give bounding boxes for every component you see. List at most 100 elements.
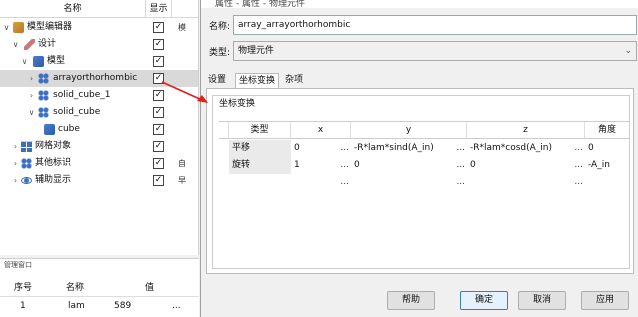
tree-item-label: 设计: [38, 39, 57, 49]
tree-item-other-tags[interactable]: › 其他标识 ✓ 自: [0, 155, 198, 172]
visibility-checkbox[interactable]: ✓: [153, 175, 164, 186]
chevron-down-icon[interactable]: ⌄: [624, 42, 632, 60]
cell-angle[interactable]: 0: [585, 140, 629, 157]
chevron-right-icon[interactable]: ›: [11, 138, 20, 155]
grid-header-x[interactable]: x: [291, 122, 351, 139]
grid-corner: [219, 122, 229, 139]
visibility-checkbox[interactable]: ✓: [153, 141, 164, 152]
tree-item-solid-cube-1[interactable]: › solid_cube_1 ✓: [0, 87, 198, 104]
cube-icon: [44, 124, 55, 135]
cell-z[interactable]: 0: [467, 157, 569, 174]
chevron-down-icon[interactable]: ∨: [27, 104, 36, 121]
visibility-checkbox[interactable]: ✓: [153, 73, 164, 84]
cell-x[interactable]: 0: [291, 140, 335, 157]
cell-x-ellipsis[interactable]: ...: [335, 174, 351, 191]
row-index: 1: [20, 301, 26, 311]
cell-angle[interactable]: -A_in: [585, 157, 629, 174]
tree-item-cube[interactable]: cube ✓: [0, 121, 198, 138]
visibility-checkbox[interactable]: ✓: [153, 56, 164, 67]
type-select[interactable]: 物理元件 ⌄: [233, 41, 637, 61]
cell-type[interactable]: [229, 174, 291, 191]
name-label: 名称:: [209, 22, 231, 32]
visibility-checkbox[interactable]: ✓: [153, 107, 164, 118]
tree-item-label: 网格对象: [35, 141, 72, 151]
cell-x-ellipsis[interactable]: ...: [335, 157, 351, 174]
tree-item-label: 模型编辑器: [27, 22, 73, 32]
col-header-index[interactable]: 序号: [14, 279, 32, 297]
chevron-right-icon[interactable]: ›: [11, 172, 20, 189]
tree-item-model[interactable]: ∨ 模型 ✓: [0, 53, 198, 70]
group-title: 坐标变换: [219, 99, 256, 109]
tree-item-label: arrayorthorhombic: [53, 73, 138, 83]
chevron-right-icon[interactable]: ›: [27, 70, 36, 87]
visibility-checkbox[interactable]: ✓: [153, 90, 164, 101]
array-icon: [38, 73, 49, 84]
ok-button[interactable]: 确定: [460, 291, 508, 310]
tree-item-label: 模型: [47, 56, 66, 66]
chevron-down-icon[interactable]: ∨: [20, 53, 29, 70]
tab-coordinate-transform[interactable]: 坐标变换: [235, 73, 280, 89]
grid-header-z[interactable]: z: [467, 122, 585, 139]
name-field[interactable]: array_arrayorthorhombic: [233, 15, 637, 35]
cell-y-ellipsis[interactable]: ...: [451, 157, 467, 174]
tree-item-col3: 自: [178, 159, 186, 168]
chevron-down-icon[interactable]: ∨: [11, 36, 20, 53]
cell-type[interactable]: 旋转: [229, 157, 291, 174]
visibility-checkbox[interactable]: ✓: [153, 158, 164, 169]
tree-item-label: solid_cube: [53, 107, 101, 117]
design-icon: [24, 39, 35, 50]
tree-item-label: cube: [58, 124, 80, 134]
type-label: 类型:: [209, 48, 231, 58]
tree-item-label: 辅助显示: [35, 175, 72, 185]
grid-header-angle[interactable]: 角度: [585, 122, 629, 139]
chevron-right-icon[interactable]: ›: [11, 155, 20, 172]
cell-y-ellipsis[interactable]: ...: [451, 174, 467, 191]
eye-icon: [21, 177, 32, 184]
solid-icon: [38, 90, 49, 101]
row-value[interactable]: 589: [114, 297, 131, 315]
apply-button[interactable]: 应用: [581, 291, 629, 310]
row-extra-button[interactable]: ...: [172, 297, 181, 315]
tree-item-model-editor[interactable]: ∨ 模型编辑器 ✓ 模: [0, 19, 198, 36]
help-button[interactable]: 帮助: [387, 291, 435, 310]
tree-item-col3: 早: [178, 176, 186, 185]
tree-item-mesh[interactable]: › 网格对象 ✓: [0, 138, 198, 155]
model-icon: [33, 56, 44, 67]
cell-z[interactable]: -R*lam*cosd(A_in): [467, 140, 569, 157]
solid-icon: [38, 107, 49, 118]
tree-header-visible[interactable]: 显示: [146, 0, 172, 18]
cell-x[interactable]: 1: [291, 157, 335, 174]
grid-header-y[interactable]: y: [351, 122, 467, 139]
tree-item-label: 其他标识: [35, 158, 72, 168]
grid-header-type[interactable]: 类型: [229, 122, 291, 139]
tab-pane: 坐标变换 类型 x y z 角度 平移 0 ... -R*lam*sind(A_…: [206, 88, 634, 274]
model-editor-icon: [13, 22, 24, 33]
col-header-name[interactable]: 名称: [66, 279, 84, 297]
tree-item-label: solid_cube_1: [53, 90, 111, 100]
tree-item-col3: 模: [178, 23, 186, 32]
tree-item-arrayorthorhombic[interactable]: › arrayorthorhombic ✓: [0, 70, 198, 87]
cell-y[interactable]: -R*lam*sind(A_in): [351, 140, 451, 157]
chevron-right-icon[interactable]: ›: [27, 87, 36, 104]
chevron-down-icon[interactable]: ∨: [2, 19, 11, 36]
cell-y-ellipsis[interactable]: ...: [451, 140, 467, 157]
tab-misc[interactable]: 杂项: [282, 73, 306, 88]
col-header-value[interactable]: 值: [145, 279, 154, 297]
cancel-button[interactable]: 取消: [518, 291, 566, 310]
visibility-checkbox[interactable]: ✓: [153, 39, 164, 50]
tab-settings[interactable]: 设置: [205, 73, 229, 88]
cell-z-ellipsis[interactable]: ...: [569, 140, 585, 157]
dialog-titlebar[interactable]: 属性 - 属性 - 物理元件: [201, 0, 638, 8]
cell-z-ellipsis[interactable]: ...: [569, 174, 585, 191]
visibility-checkbox[interactable]: ✓: [153, 22, 164, 33]
coordinate-transform-group: 坐标变换 类型 x y z 角度 平移 0 ... -R*lam*sind(A_…: [212, 95, 630, 269]
tree-item-solid-cube[interactable]: ∨ solid_cube ✓: [0, 104, 198, 121]
tree-header-name[interactable]: 名称: [0, 0, 146, 18]
cell-z-ellipsis[interactable]: ...: [569, 157, 585, 174]
cell-type[interactable]: 平移: [229, 140, 291, 157]
cell-x-ellipsis[interactable]: ...: [335, 140, 351, 157]
cell-y[interactable]: 0: [351, 157, 451, 174]
visibility-checkbox[interactable]: ✓: [153, 124, 164, 135]
tree-item-aux-display[interactable]: › 辅助显示 ✓ 早: [0, 172, 198, 189]
tree-item-design[interactable]: ∨ 设计 ✓: [0, 36, 198, 53]
